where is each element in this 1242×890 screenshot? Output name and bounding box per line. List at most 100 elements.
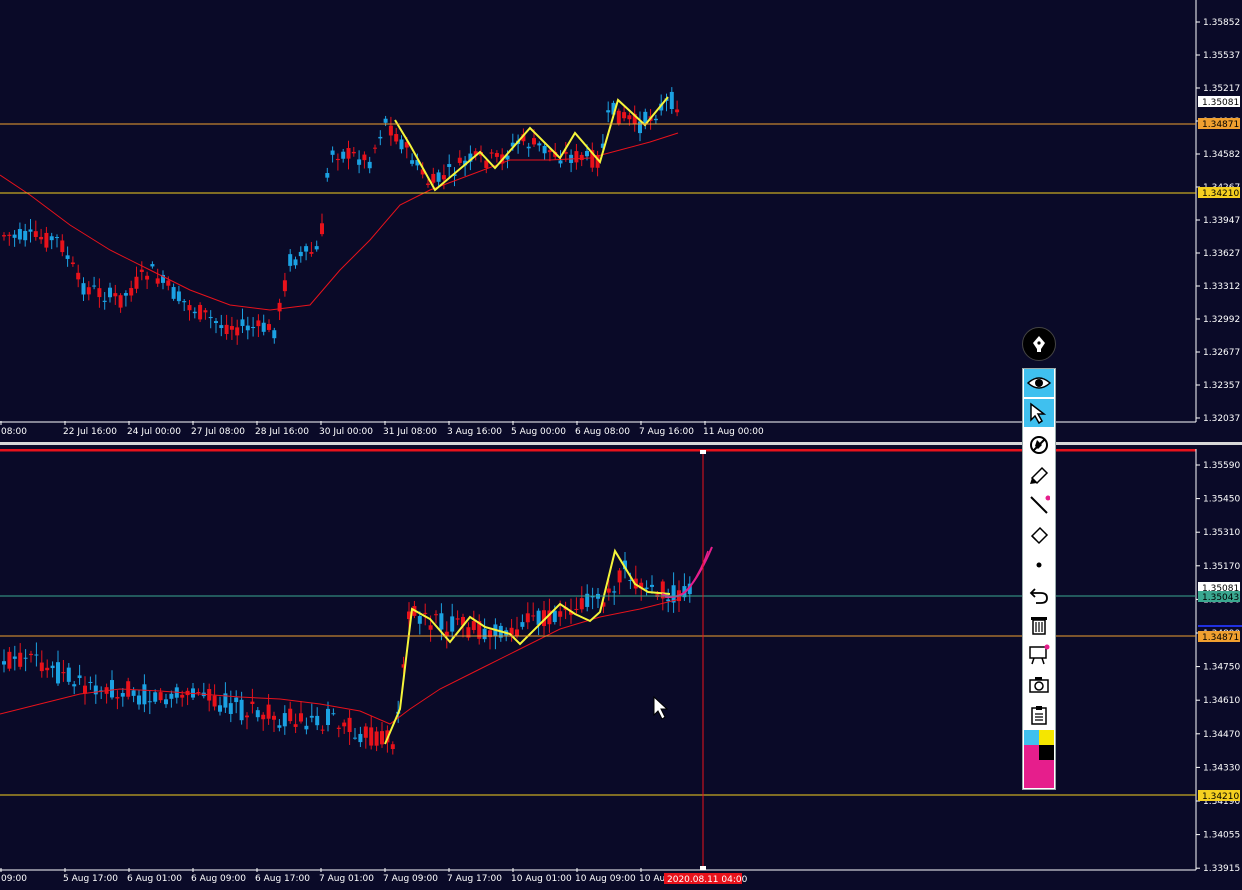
candle-body — [346, 148, 351, 159]
line-icon[interactable] — [1024, 491, 1054, 519]
candle-body — [482, 628, 487, 640]
time-axis-label: 24 Jul 00:00 — [127, 427, 181, 437]
time-axis-label: 5 Aug 17:00 — [63, 874, 118, 884]
candle-body — [169, 693, 174, 699]
candle-body — [164, 699, 168, 705]
price-axis-label: 1.35590 — [1203, 461, 1240, 471]
blue-marker — [1198, 625, 1242, 627]
color-swatch-yellow[interactable] — [1039, 730, 1054, 745]
price-axis-label: 1.33915 — [1203, 864, 1240, 874]
price-axis-label: 1.34055 — [1203, 831, 1240, 841]
clipboard-icon[interactable] — [1024, 701, 1054, 729]
drawing-toolbar[interactable] — [1022, 368, 1056, 790]
price-axis-label: 1.32357 — [1203, 381, 1240, 391]
candle-body — [390, 744, 395, 750]
candle-body — [134, 276, 139, 289]
candle-body — [314, 246, 319, 250]
candle-body — [471, 621, 476, 630]
candle-body — [229, 326, 234, 330]
candle-body — [261, 714, 266, 720]
candle-body — [542, 145, 547, 154]
time-axis-label: 28 Jul 16:00 — [255, 427, 309, 437]
time-axis-label: 7 Aug 16:00 — [639, 427, 694, 437]
undo-icon[interactable] — [1024, 581, 1054, 609]
candle-body — [110, 680, 114, 698]
candle-body — [131, 690, 136, 696]
candle-body — [203, 310, 208, 313]
candle-body — [669, 91, 674, 109]
price-axis-label: 1.33312 — [1203, 282, 1240, 292]
highlighter-icon[interactable] — [1024, 461, 1054, 489]
time-axis-label: 6 Aug 17:00 — [255, 874, 310, 884]
candle-body — [56, 662, 60, 684]
projector-icon[interactable] — [1024, 641, 1054, 669]
candle-body — [66, 667, 71, 682]
camera-icon[interactable] — [1024, 671, 1054, 699]
trash-icon[interactable] — [1024, 611, 1054, 639]
hline-yellow-price-label: 1.34210 — [1202, 189, 1239, 199]
candle-body — [147, 701, 152, 703]
candle-body — [606, 110, 611, 113]
crosshair-top-handle[interactable] — [700, 450, 706, 454]
candle-body — [23, 657, 28, 659]
candle-body — [120, 693, 125, 697]
candle-body — [7, 651, 12, 669]
magenta-freehand-stroke-2[interactable] — [664, 550, 709, 599]
no-draw-icon[interactable] — [1024, 431, 1054, 459]
candle-body — [93, 685, 98, 695]
candle-body — [520, 622, 525, 627]
candle-body — [23, 230, 28, 241]
candle-body — [552, 610, 557, 623]
candle-body — [428, 625, 433, 630]
candle-body — [450, 616, 455, 632]
dot-icon[interactable] — [1024, 551, 1054, 579]
price-axis-label: 1.34582 — [1203, 150, 1240, 160]
current-price-label: 1.35081 — [1202, 98, 1239, 108]
candle-body — [2, 235, 6, 237]
price-axis-label: 1.35537 — [1203, 51, 1240, 61]
time-axis-label: 5 Aug 00:00 — [511, 427, 566, 437]
candle-body — [267, 324, 271, 330]
candle-body — [34, 654, 39, 656]
candle-body — [627, 115, 632, 120]
candle-body — [347, 717, 352, 733]
candle-body — [331, 713, 336, 715]
candle-body — [590, 596, 595, 598]
eraser-icon[interactable] — [1024, 521, 1054, 549]
candle-body — [145, 275, 150, 280]
candle-body — [357, 159, 362, 165]
candle-body — [574, 608, 579, 610]
price-axis-label: 1.32677 — [1203, 348, 1240, 358]
price-axis-label: 1.33947 — [1203, 216, 1240, 226]
price-axis-label: 1.32037 — [1203, 414, 1240, 424]
candle-body — [129, 288, 134, 296]
candle-body — [142, 684, 147, 705]
candle-body — [18, 652, 23, 667]
candle-body — [288, 708, 293, 722]
candle-body — [373, 147, 377, 149]
color-swatch-black[interactable] — [1039, 745, 1054, 760]
candle-body — [644, 587, 649, 589]
candle-body — [441, 175, 446, 180]
candle-body — [426, 183, 430, 185]
candle-body — [282, 280, 287, 292]
candle-body — [367, 161, 372, 169]
color-swatch-cyan[interactable] — [1024, 730, 1039, 745]
candle-body — [383, 118, 388, 123]
candle-body — [256, 320, 261, 327]
candle-body — [515, 629, 519, 636]
candle-body — [113, 293, 118, 297]
candle-body — [362, 154, 367, 161]
cursor-icon[interactable] — [1024, 399, 1054, 427]
hline-orange-bottom-price-label: 1.34871 — [1202, 633, 1239, 643]
candle-body — [447, 164, 452, 168]
candle-body — [653, 118, 658, 121]
candle-body — [187, 305, 192, 311]
candle-body — [494, 153, 499, 157]
magenta-freehand-stroke[interactable] — [661, 546, 713, 598]
pen-badge-icon[interactable] — [1022, 327, 1056, 361]
candle-body — [638, 121, 642, 134]
eye-icon[interactable] — [1024, 369, 1054, 397]
crosshair-bottom-handle[interactable] — [700, 866, 706, 870]
candle-body — [423, 612, 428, 614]
